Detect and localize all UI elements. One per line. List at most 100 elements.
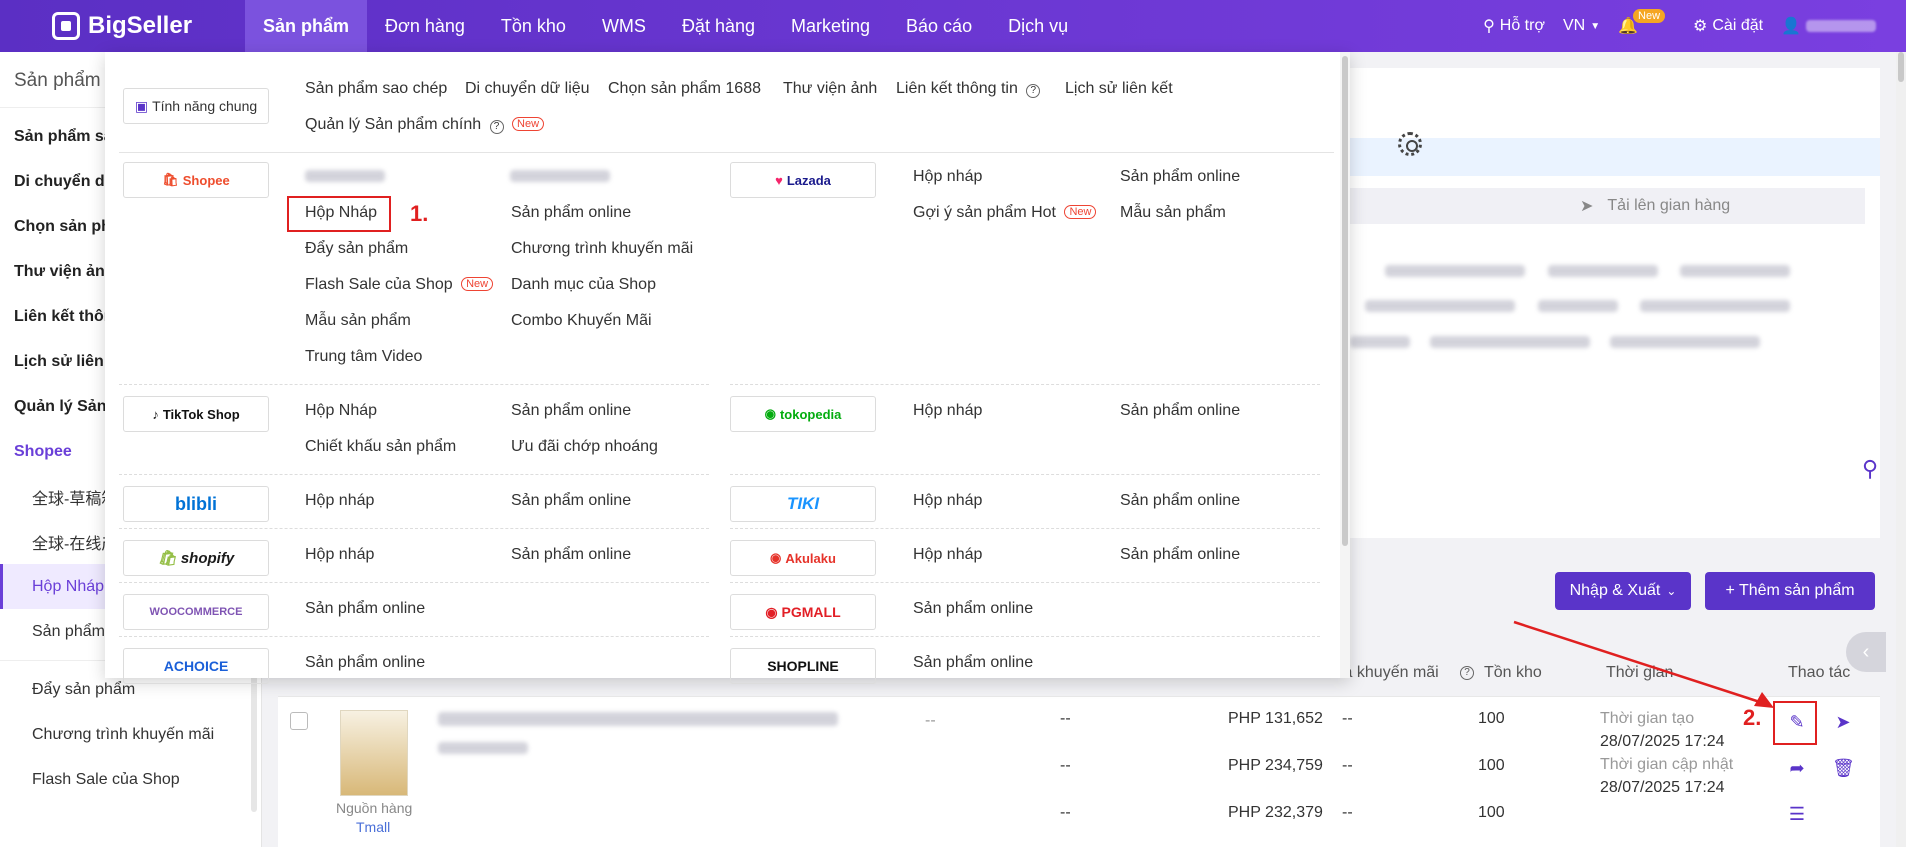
chip-shopee[interactable]: 🛍 Shopee [123, 162, 269, 198]
nav-marketing[interactable]: Marketing [773, 0, 888, 52]
row-stock: 100 [1478, 757, 1505, 774]
shopline-online-link[interactable]: Sản phẩm online [913, 654, 1033, 672]
blurred-shop [1538, 300, 1618, 312]
chip-tokopedia[interactable]: ◉ tokopedia [730, 396, 876, 432]
link-main-products[interactable]: Quản lý Sản phẩm chính ? New [305, 116, 545, 134]
shopee-push-link[interactable]: Đẩy sản phẩm [305, 240, 408, 258]
delete-icon[interactable]: 🗑 [1832, 757, 1855, 779]
chip-tiki[interactable]: TIKI [730, 486, 876, 522]
blurred-shop [1610, 336, 1760, 348]
new-tag: New [512, 117, 545, 131]
row-dash: -- [1060, 757, 1071, 774]
search-icon[interactable]: ⚲ [1862, 456, 1888, 482]
chip-pgmall[interactable]: ◉ PGMALL [730, 594, 876, 630]
nav-products[interactable]: Sản phẩm [245, 0, 368, 52]
user-menu[interactable]: 👤 [1781, 16, 1876, 36]
shopee-video-link[interactable]: Trung tâm Video [305, 348, 422, 366]
language-select[interactable]: VN ▼ [1563, 17, 1600, 35]
achoice-online-link[interactable]: Sản phẩm online [305, 654, 425, 672]
logo-text: BigSeller [88, 12, 193, 39]
support-link[interactable]: ⚲ Hỗ trợ [1483, 16, 1545, 36]
blurred-shop-name [438, 742, 528, 754]
link-link-history[interactable]: Lịch sử liên kết [1065, 80, 1173, 98]
nav-purchase[interactable]: Đặt hàng [664, 0, 773, 52]
username-blurred [1806, 20, 1876, 32]
link-image-library[interactable]: Thư viện ảnh [783, 80, 877, 98]
collapse-panel-button[interactable]: ‹ [1846, 632, 1886, 672]
menu-scrollbar[interactable] [1340, 52, 1350, 678]
row-checkbox[interactable] [290, 712, 308, 730]
shopify-online-link[interactable]: Sản phẩm online [511, 546, 631, 564]
akulaku-online-link[interactable]: Sản phẩm online [1120, 546, 1240, 564]
shopee-online-link[interactable]: Sản phẩm online [511, 204, 631, 222]
nav-orders[interactable]: Đơn hàng [367, 0, 483, 52]
publish-icon[interactable]: ➤ [1832, 711, 1854, 733]
import-export-button[interactable]: Nhập & Xuất ⌄ [1555, 572, 1691, 610]
chip-akulaku[interactable]: ◉ Akulaku [730, 540, 876, 576]
chip-general-features[interactable]: ▣ Tính năng chung [123, 88, 269, 124]
shopee-combo-link[interactable]: Combo Khuyến Mãi [511, 312, 652, 330]
source-link[interactable]: Tmall [356, 819, 390, 835]
tiki-online-link[interactable]: Sản phẩm online [1120, 492, 1240, 510]
chip-shopify[interactable]: 🛍 shopify [123, 540, 269, 576]
chip-blibli[interactable]: blibli [123, 486, 269, 522]
chip-woocommerce-label: WOOCOMMERCE [149, 606, 243, 618]
schedule-publish-icon[interactable]: ➦ [1786, 757, 1808, 779]
link-migrate-data[interactable]: Di chuyển dữ liệu [465, 80, 590, 98]
nav-reports[interactable]: Báo cáo [888, 0, 990, 52]
shopee-flash-sale-link[interactable]: Flash Sale của Shop New [305, 276, 494, 294]
sidebar-sub-item[interactable]: Flash Sale của Shop [0, 757, 261, 802]
shopify-draft-link[interactable]: Hộp nháp [305, 546, 374, 564]
pgmall-online-link[interactable]: Sản phẩm online [913, 600, 1033, 618]
menu-settings-gear-icon[interactable] [1398, 132, 1422, 156]
lazada-draft-link[interactable]: Hộp nháp [913, 168, 982, 186]
shopee-category-link[interactable]: Danh mục của Shop [511, 276, 656, 294]
link-copy-products[interactable]: Sản phẩm sao chép [305, 80, 447, 98]
top-right-tools: ⚲ Hỗ trợ VN ▼ 🔔 New ⚙ Cài đặt 👤 [1483, 0, 1876, 52]
menu-divider [119, 384, 709, 385]
shopee-promo-link[interactable]: Chương trình khuyến mãi [511, 240, 693, 258]
link-select-1688[interactable]: Chọn sản phẩm 1688 [608, 80, 761, 98]
blibli-draft-link[interactable]: Hộp nháp [305, 492, 374, 510]
blibli-online-link[interactable]: Sản phẩm online [511, 492, 631, 510]
log-icon[interactable]: ☰ [1786, 803, 1808, 825]
chip-lazada[interactable]: ♥ Lazada [730, 162, 876, 198]
shopee-bag-icon: 🛍 [162, 172, 179, 187]
nav-inventory[interactable]: Tồn kho [483, 0, 584, 52]
tiktok-flash-deal-link[interactable]: Ưu đãi chớp nhoáng [511, 438, 658, 456]
chip-shopify-label: shopify [180, 549, 235, 567]
nav-wms[interactable]: WMS [584, 0, 664, 52]
chip-shopee-label: Shopee [182, 172, 230, 188]
chip-achoice[interactable]: ACHOICE [123, 648, 269, 684]
tiki-draft-link[interactable]: Hộp nháp [913, 492, 982, 510]
tiktok-discount-link[interactable]: Chiết khấu sản phẩm [305, 438, 456, 456]
lazada-template-link[interactable]: Mẫu sản phẩm [1120, 204, 1226, 222]
link-info-linking[interactable]: Liên kết thông tin ? [896, 80, 1041, 98]
nav-services[interactable]: Dịch vụ [990, 0, 1086, 52]
bigseller-logo[interactable]: BigSeller [0, 12, 245, 40]
akulaku-draft-link[interactable]: Hộp nháp [913, 546, 982, 564]
tiktok-draft-link[interactable]: Hộp Nháp [305, 402, 377, 420]
add-product-button[interactable]: + Thêm sản phẩm [1705, 572, 1875, 610]
menu-divider [119, 528, 709, 529]
chip-lazada-label: Lazada [786, 172, 831, 188]
page-scrollbar[interactable] [1896, 52, 1906, 847]
tokopedia-online-link[interactable]: Sản phẩm online [1120, 402, 1240, 420]
sidebar-sub-item[interactable]: Chương trình khuyến mãi [0, 712, 261, 757]
lazada-online-link[interactable]: Sản phẩm online [1120, 168, 1240, 186]
chip-woocommerce[interactable]: WOOCOMMERCE [123, 594, 269, 630]
product-image[interactable] [340, 710, 408, 796]
settings-link[interactable]: ⚙ Cài đặt [1693, 16, 1763, 36]
notification-button[interactable]: 🔔 New [1618, 9, 1675, 36]
products-mega-menu: ▣ Tính năng chung Sản phẩm sao chép Di c… [105, 52, 1422, 684]
chip-achoice-label: ACHOICE [163, 658, 229, 674]
chip-shopline[interactable]: SHOPLINE [730, 648, 876, 684]
woo-online-link[interactable]: Sản phẩm online [305, 600, 425, 618]
tiktok-online-link[interactable]: Sản phẩm online [511, 402, 631, 420]
send-icon: ➤ [1580, 198, 1594, 215]
chip-tiktok[interactable]: ♪ TikTok Shop [123, 396, 269, 432]
shopee-template-link[interactable]: Mẫu sản phẩm [305, 312, 411, 330]
lazada-hot-link[interactable]: Gợi ý sản phẩm Hot New [913, 204, 1097, 222]
tokopedia-draft-link[interactable]: Hộp nháp [913, 402, 982, 420]
step-1-label: 1. [410, 201, 429, 226]
